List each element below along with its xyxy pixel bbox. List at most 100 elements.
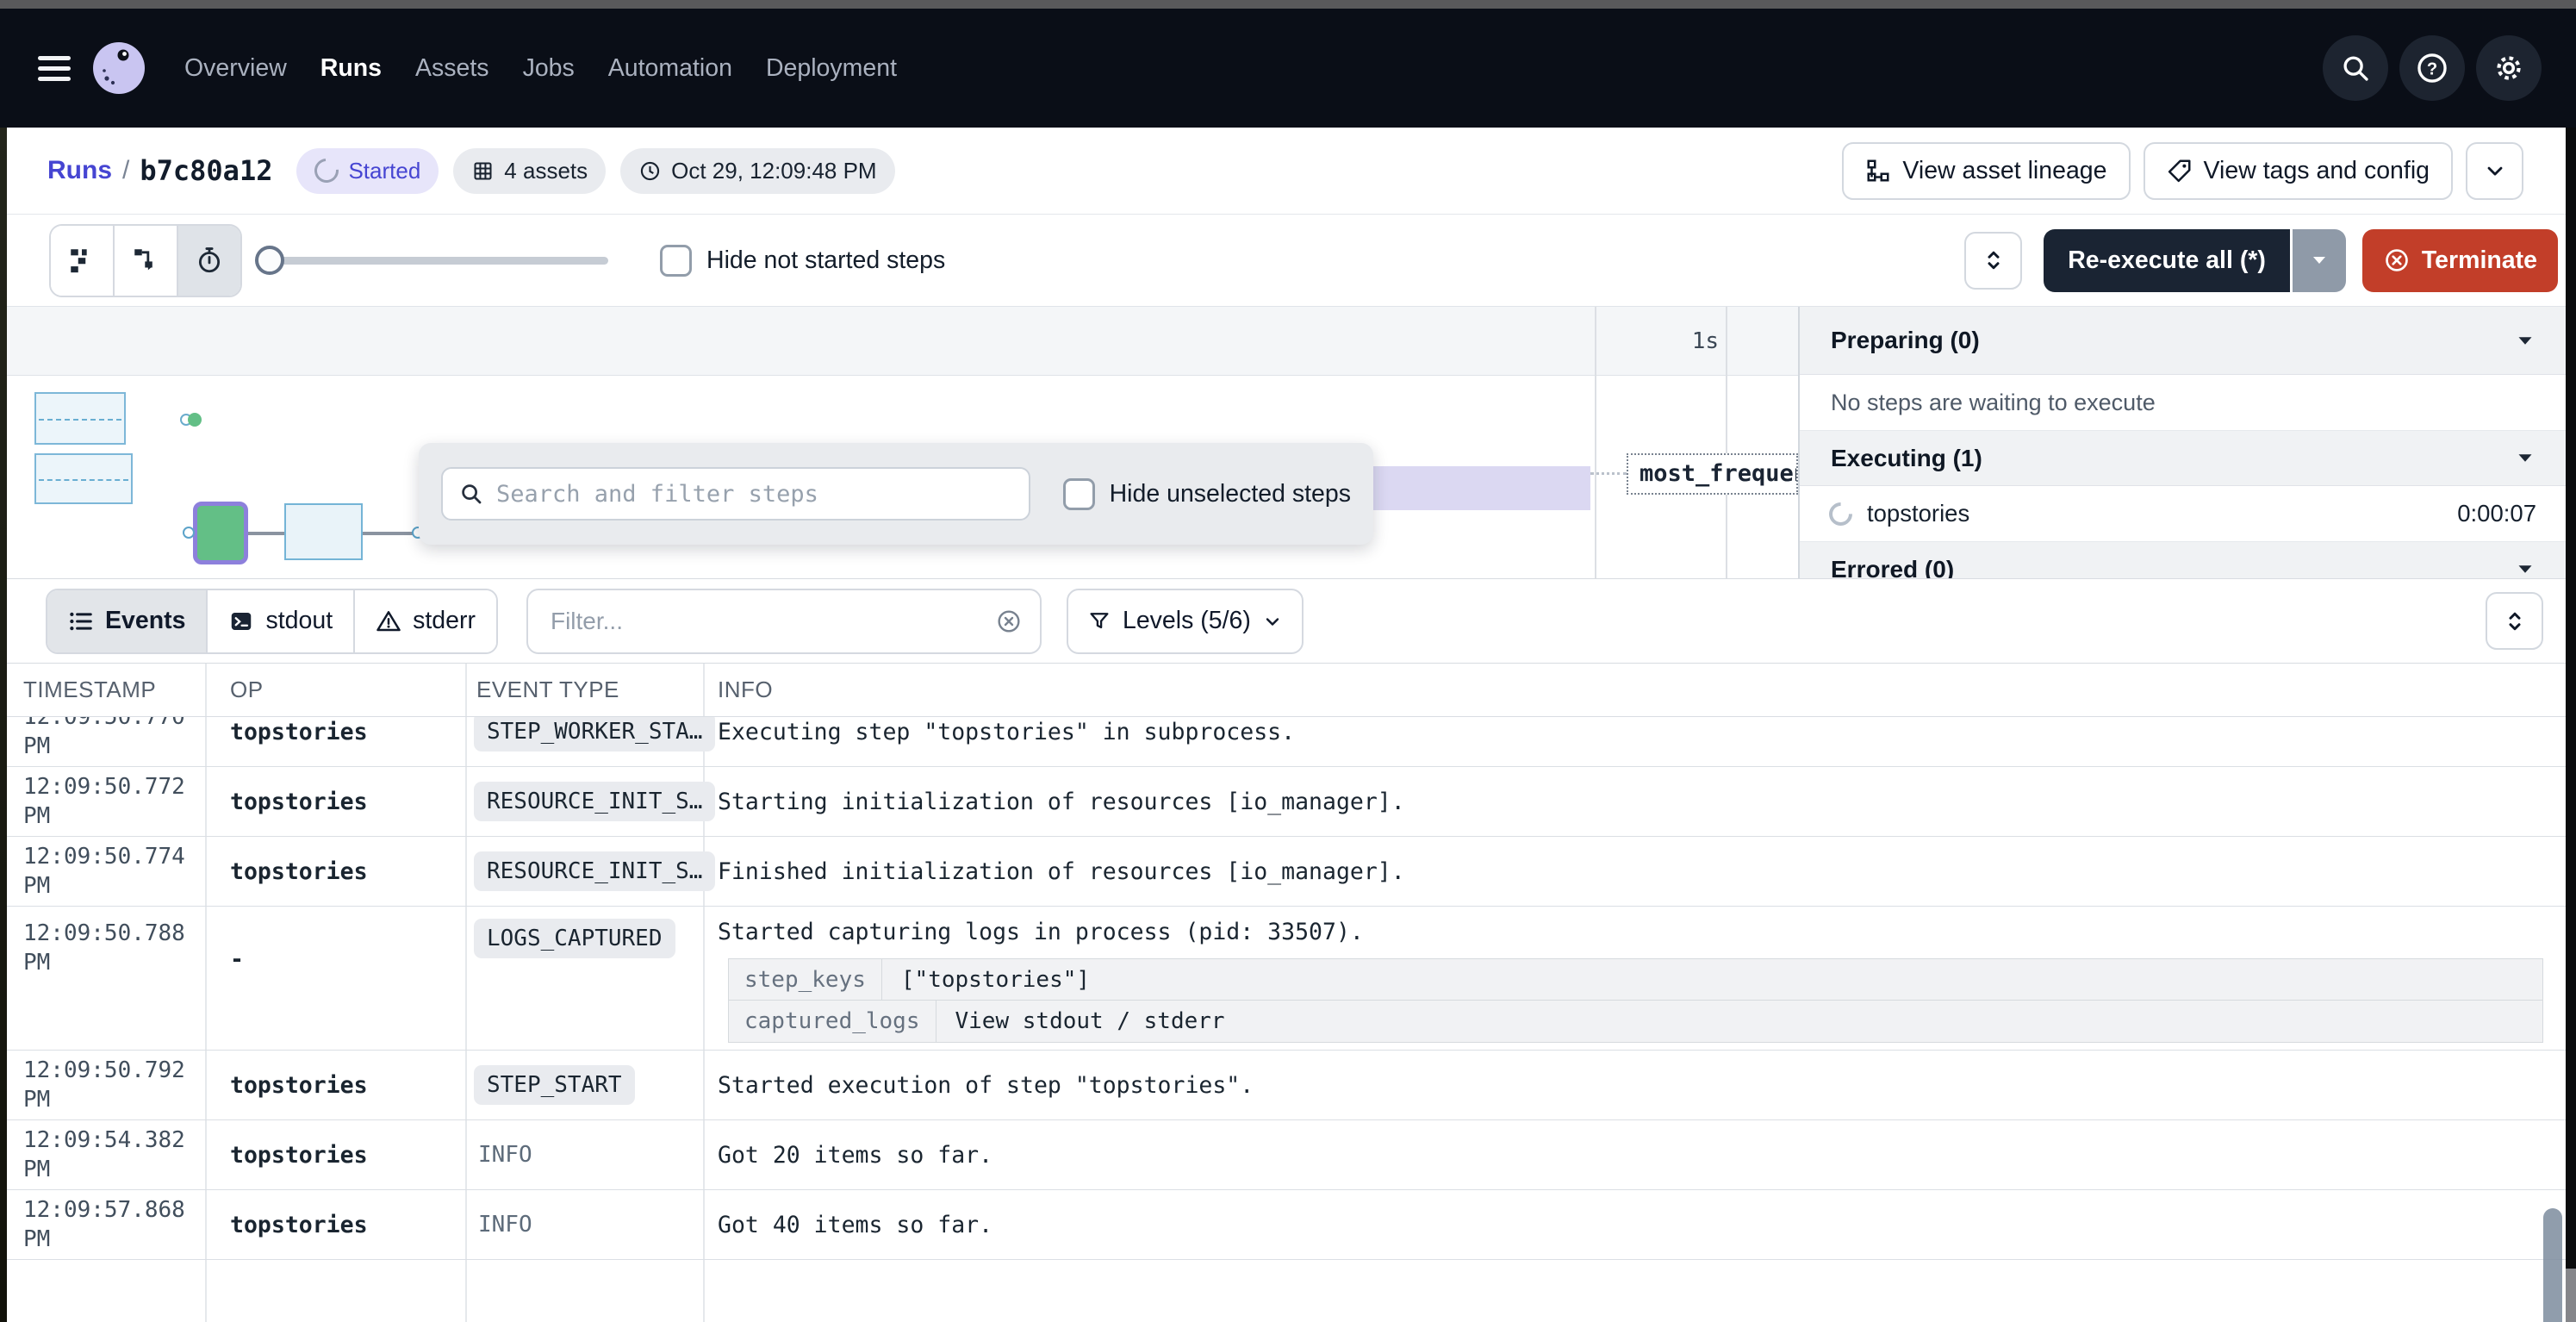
view-asset-lineage-button[interactable]: View asset lineage — [1842, 142, 2130, 200]
view-tags-config-button[interactable]: View tags and config — [2144, 142, 2453, 200]
event-type-badge: STEP_WORKER_STA… — [474, 717, 715, 751]
panel-empty-message: No steps are waiting to execute — [1800, 375, 2566, 431]
tab-stdout[interactable]: stdout — [206, 590, 353, 652]
gantt-view-mode-group — [49, 224, 242, 297]
event-op: topstories — [230, 1142, 368, 1169]
gantt-step-not-started[interactable] — [34, 392, 126, 445]
event-op: topstories — [230, 1072, 368, 1099]
log-filter-input[interactable] — [549, 607, 995, 636]
terminate-button[interactable]: Terminate — [2362, 229, 2558, 292]
table-row[interactable]: 12:09:50.788 PM - LOGS_CAPTURED Started … — [0, 907, 2566, 1051]
levels-filter-button[interactable]: Levels (5/6) — [1067, 589, 1304, 654]
run-header: Runs / b7c80a12 Started 4 assets Oct 29,… — [0, 128, 2576, 215]
window-top-edge — [0, 0, 2576, 9]
warning-triangle-icon — [376, 608, 401, 634]
metadata-value-link[interactable]: View stdout / stderr — [936, 1001, 1244, 1042]
panel-section-executing[interactable]: Executing (1) — [1800, 431, 2566, 486]
search-icon — [458, 481, 484, 507]
run-controls: Re-execute all (*) Terminate — [1964, 229, 2558, 292]
event-list-icon — [68, 608, 94, 634]
gantt-step-not-started[interactable] — [34, 453, 133, 504]
hide-unselected-checkbox[interactable] — [1063, 478, 1095, 510]
gantt-time-tick: 1s — [1602, 307, 1719, 376]
view-mode-flat-button[interactable] — [51, 226, 113, 296]
event-op: topstories — [230, 1212, 368, 1238]
nav-tab-assets[interactable]: Assets — [415, 54, 489, 83]
event-timestamp: 12:09:50.792 PM — [23, 1056, 185, 1114]
help-icon: ? — [2414, 50, 2450, 86]
table-row[interactable]: 12:09:57.868 PM topstories INFO Got 40 i… — [0, 1190, 2566, 1260]
more-actions-button[interactable] — [2466, 142, 2523, 200]
column-header-event-type: EVENT TYPE — [465, 677, 703, 703]
log-expand-button[interactable] — [2486, 592, 2543, 650]
nav-tab-automation[interactable]: Automation — [608, 54, 732, 83]
gantt-step-label-clipped[interactable]: most_frequent — [1627, 453, 1798, 495]
tab-stderr[interactable]: stderr — [353, 590, 496, 652]
table-row[interactable]: 12:09:50.792 PM topstories STEP_START St… — [0, 1051, 2566, 1120]
event-timestamp: 12:09:57.868 PM — [23, 1195, 185, 1254]
up-down-chevrons-icon — [1981, 247, 2007, 273]
tag-icon — [2167, 158, 2193, 184]
slider-handle[interactable] — [255, 246, 284, 275]
clock-icon — [638, 159, 662, 183]
event-timestamp: 12:09:50.772 PM — [23, 772, 185, 831]
reexecute-dropdown-button[interactable] — [2293, 229, 2346, 292]
terminate-circle-x-icon — [2383, 246, 2411, 274]
view-mode-waterfall-button[interactable] — [113, 226, 177, 296]
hamburger-menu-icon[interactable] — [38, 56, 71, 81]
tab-events[interactable]: Events — [47, 590, 206, 652]
gantt-zoom-slider[interactable] — [255, 246, 608, 275]
dagster-run-page: Overview Runs Assets Jobs Automation Deployme… — [0, 0, 2576, 1322]
metadata-value: ["topstories"] — [882, 959, 1109, 1001]
view-mode-timing-button[interactable] — [177, 226, 240, 296]
nav-tab-jobs[interactable]: Jobs — [523, 54, 575, 83]
nav-tab-overview[interactable]: Overview — [184, 54, 287, 83]
up-down-chevrons-icon — [2502, 608, 2528, 634]
column-header-op: OP — [205, 677, 465, 703]
desktop-right-edge — [2566, 128, 2576, 1322]
event-type-badge: INFO — [474, 1142, 532, 1168]
reexecute-all-button[interactable]: Re-execute all (*) — [2044, 229, 2290, 292]
gantt-toolbar: Hide not started steps Re-execute all (*… — [0, 215, 2576, 307]
caret-down-icon — [2516, 563, 2535, 576]
dagster-logo[interactable] — [93, 42, 145, 94]
svg-text:?: ? — [2427, 59, 2437, 78]
gantt-selected-running-step[interactable] — [193, 502, 248, 564]
table-row[interactable]: 12:09:50.774 PM topstories RESOURCE_INIT… — [0, 837, 2566, 907]
hide-not-started-checkbox[interactable] — [660, 245, 692, 277]
assets-badge[interactable]: 4 assets — [453, 148, 606, 194]
log-view-tabs: Events stdout stderr — [46, 589, 498, 654]
stopwatch-icon — [195, 246, 224, 275]
panel-step-row[interactable]: topstories 0:00:07 — [1800, 486, 2566, 542]
events-log-table: TIMESTAMP OP EVENT TYPE INFO 12:09:50.77… — [0, 664, 2566, 1322]
vertical-scrollbar-thumb[interactable] — [2543, 1208, 2562, 1322]
panel-section-errored[interactable]: Errored (0) — [1800, 542, 2566, 578]
search-button[interactable] — [2323, 35, 2388, 101]
table-row[interactable]: 12:09:50.770 PM topstories STEP_WORKER_S… — [0, 717, 2566, 767]
gantt-io-marker — [183, 527, 195, 539]
flat-steps-icon — [67, 246, 96, 275]
gantt-search-input[interactable] — [495, 480, 1013, 508]
panel-section-preparing[interactable]: Preparing (0) — [1800, 307, 2566, 375]
hide-unselected-control: Hide unselected steps — [1063, 478, 1351, 510]
table-row[interactable]: 12:09:54.382 PM topstories INFO Got 20 i… — [0, 1120, 2566, 1190]
breadcrumb-runs-link[interactable]: Runs — [47, 156, 112, 185]
event-op: topstories — [230, 789, 368, 815]
table-body: 12:09:50.770 PM topstories STEP_WORKER_S… — [0, 717, 2566, 1260]
settings-button[interactable] — [2476, 35, 2542, 101]
event-type-badge: STEP_START — [474, 1065, 635, 1105]
nav-tab-deployment[interactable]: Deployment — [766, 54, 897, 83]
event-info: Got 20 items so far. — [718, 1142, 992, 1169]
table-row[interactable]: 12:09:50.772 PM topstories RESOURCE_INIT… — [0, 767, 2566, 837]
nav-tab-runs[interactable]: Runs — [320, 54, 382, 83]
metadata-key: captured_logs — [729, 1001, 936, 1042]
gantt-expand-button[interactable] — [1964, 232, 2022, 290]
slider-track[interactable] — [255, 257, 608, 265]
gantt-step-dot[interactable] — [188, 413, 202, 427]
clear-filter-icon[interactable] — [995, 608, 1023, 635]
gantt-step-box[interactable] — [284, 503, 363, 560]
event-timestamp: 12:09:50.770 PM — [23, 717, 185, 761]
help-button[interactable]: ? — [2399, 35, 2465, 101]
event-timestamp: 12:09:50.788 PM — [23, 919, 185, 977]
search-icon — [2339, 52, 2372, 84]
